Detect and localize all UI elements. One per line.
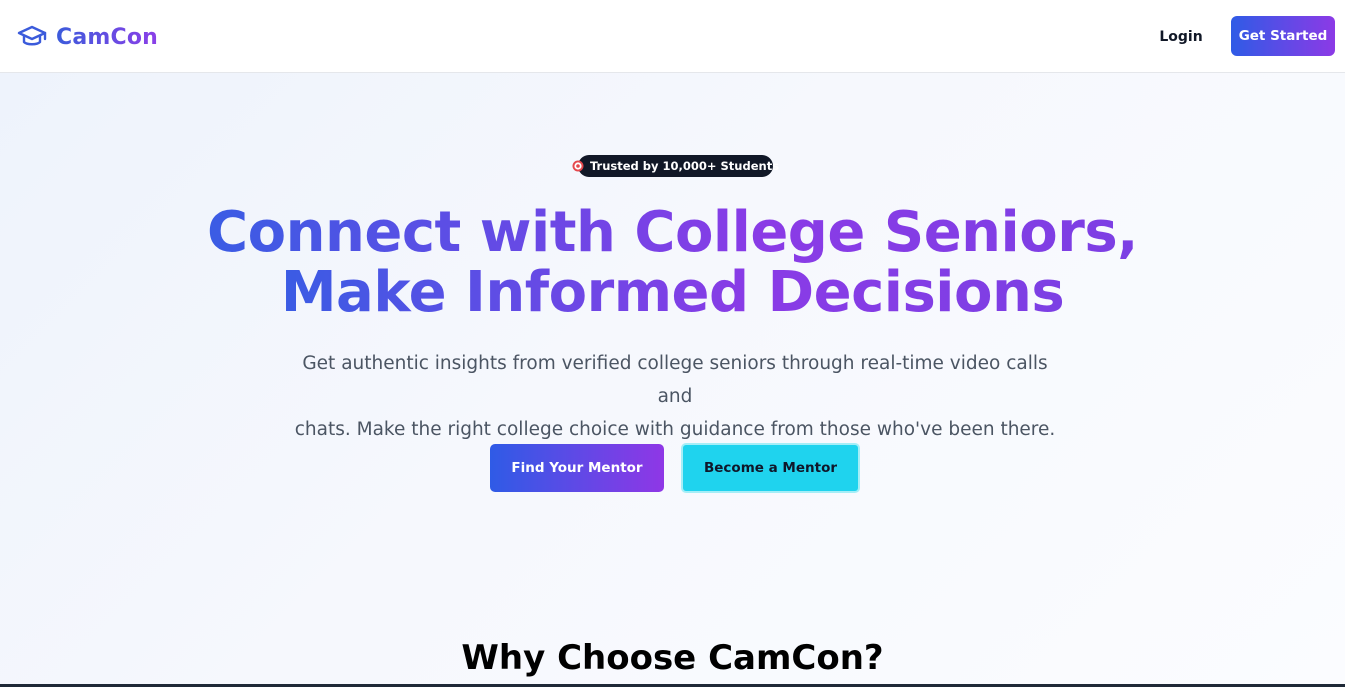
features-section-title: Why Choose CamCon? bbox=[461, 638, 884, 678]
trusted-badge: Trusted by 10,000+ Students bbox=[572, 155, 779, 177]
hero-subtitle: Get authentic insights from verified col… bbox=[290, 347, 1060, 446]
graduation-cap-icon bbox=[17, 22, 47, 52]
find-mentor-button[interactable]: Find Your Mentor bbox=[490, 444, 664, 492]
hero-section: Trusted by 10,000+ Students Connect with… bbox=[0, 73, 1345, 687]
top-navbar: CamCon Login Get Started bbox=[0, 0, 1345, 73]
brand-logo[interactable]: CamCon bbox=[17, 22, 158, 52]
subtitle-line-2: chats. Make the right college choice wit… bbox=[294, 419, 1056, 440]
brand-name: CamCon bbox=[56, 24, 159, 50]
hero-headline: Connect with College Seniors, Make Infor… bbox=[0, 203, 1345, 323]
badge-text: Trusted by 10,000+ Students bbox=[589, 159, 780, 173]
headline-line-1: Connect with College Seniors, bbox=[207, 200, 1138, 265]
target-icon bbox=[572, 160, 584, 172]
become-mentor-button[interactable]: Become a Mentor bbox=[681, 443, 860, 493]
subtitle-line-1: Get authentic insights from verified col… bbox=[302, 353, 1048, 407]
headline-line-2: Make Informed Decisions bbox=[280, 260, 1065, 325]
login-link[interactable]: Login bbox=[1150, 25, 1212, 49]
get-started-button[interactable]: Get Started bbox=[1231, 16, 1335, 56]
